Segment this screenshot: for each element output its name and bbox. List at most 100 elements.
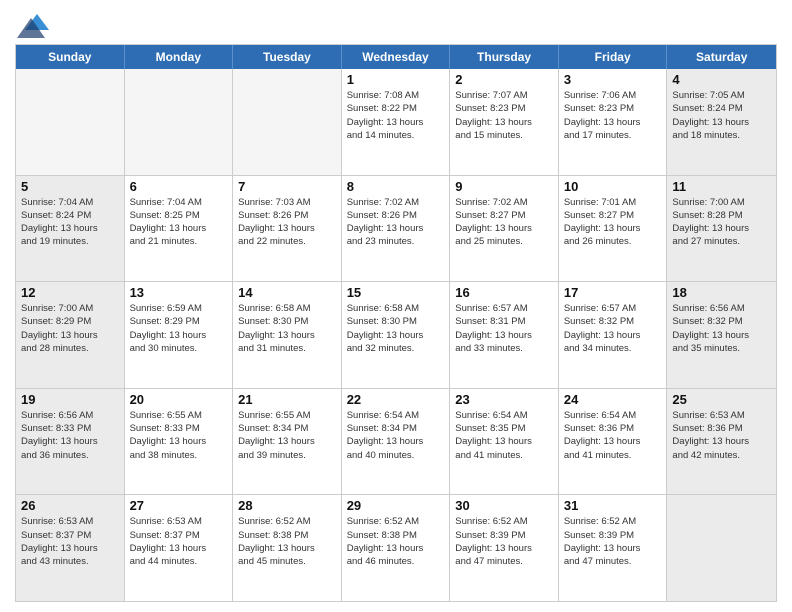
day-cell-21: 21 Sunrise: 6:55 AM Sunset: 8:34 PM Dayli…	[233, 389, 342, 495]
calendar-row-4: 19 Sunrise: 6:56 AM Sunset: 8:33 PM Dayli…	[16, 389, 776, 496]
day-number: 7	[238, 179, 336, 194]
calendar-header: SundayMondayTuesdayWednesdayThursdayFrid…	[16, 45, 776, 69]
day-info: Sunrise: 6:59 AM Sunset: 8:29 PM Dayligh…	[130, 302, 228, 355]
day-cell-9: 9 Sunrise: 7:02 AM Sunset: 8:27 PM Daylig…	[450, 176, 559, 282]
day-info: Sunrise: 7:00 AM Sunset: 8:28 PM Dayligh…	[672, 196, 771, 249]
day-info: Sunrise: 7:00 AM Sunset: 8:29 PM Dayligh…	[21, 302, 119, 355]
weekday-header-wednesday: Wednesday	[342, 45, 451, 69]
day-info: Sunrise: 6:52 AM Sunset: 8:38 PM Dayligh…	[347, 515, 445, 568]
weekday-header-friday: Friday	[559, 45, 668, 69]
day-number: 4	[672, 72, 771, 87]
day-cell-8: 8 Sunrise: 7:02 AM Sunset: 8:26 PM Daylig…	[342, 176, 451, 282]
day-number: 5	[21, 179, 119, 194]
page: SundayMondayTuesdayWednesdayThursdayFrid…	[0, 0, 792, 612]
day-cell-6: 6Sunrise: 7:04 AM Sunset: 8:25 PM Daylig…	[125, 176, 234, 282]
day-number: 9	[455, 179, 553, 194]
day-info: Sunrise: 7:04 AM Sunset: 8:24 PM Dayligh…	[21, 196, 119, 249]
weekday-header-saturday: Saturday	[667, 45, 776, 69]
logo	[15, 10, 49, 38]
day-number: 29	[347, 498, 445, 513]
day-cell-empty-0-0	[16, 69, 125, 175]
day-info: Sunrise: 6:55 AM Sunset: 8:34 PM Dayligh…	[238, 409, 336, 462]
day-number: 21	[238, 392, 336, 407]
day-info: Sunrise: 6:57 AM Sunset: 8:31 PM Dayligh…	[455, 302, 553, 355]
day-number: 8	[347, 179, 445, 194]
day-info: Sunrise: 6:55 AM Sunset: 8:33 PM Dayligh…	[130, 409, 228, 462]
weekday-header-thursday: Thursday	[450, 45, 559, 69]
day-number: 1	[347, 72, 445, 87]
day-info: Sunrise: 6:57 AM Sunset: 8:32 PM Dayligh…	[564, 302, 662, 355]
day-cell-5: 5 Sunrise: 7:04 AM Sunset: 8:24 PM Daylig…	[16, 176, 125, 282]
header	[15, 10, 777, 38]
day-info: Sunrise: 6:56 AM Sunset: 8:32 PM Dayligh…	[672, 302, 771, 355]
day-number: 22	[347, 392, 445, 407]
day-number: 3	[564, 72, 662, 87]
day-cell-24: 24 Sunrise: 6:54 AM Sunset: 8:36 PM Dayli…	[559, 389, 668, 495]
logo-icon	[17, 10, 49, 38]
day-info: Sunrise: 6:54 AM Sunset: 8:36 PM Dayligh…	[564, 409, 662, 462]
day-number: 10	[564, 179, 662, 194]
day-info: Sunrise: 6:56 AM Sunset: 8:33 PM Dayligh…	[21, 409, 119, 462]
day-cell-15: 15 Sunrise: 6:58 AM Sunset: 8:30 PM Dayli…	[342, 282, 451, 388]
weekday-header-sunday: Sunday	[16, 45, 125, 69]
day-cell-17: 17 Sunrise: 6:57 AM Sunset: 8:32 PM Dayli…	[559, 282, 668, 388]
day-cell-25: 25 Sunrise: 6:53 AM Sunset: 8:36 PM Dayli…	[667, 389, 776, 495]
day-number: 14	[238, 285, 336, 300]
day-number: 15	[347, 285, 445, 300]
day-cell-27: 27 Sunrise: 6:53 AM Sunset: 8:37 PM Dayli…	[125, 495, 234, 601]
day-number: 25	[672, 392, 771, 407]
day-info: Sunrise: 6:52 AM Sunset: 8:39 PM Dayligh…	[455, 515, 553, 568]
day-info: Sunrise: 7:03 AM Sunset: 8:26 PM Dayligh…	[238, 196, 336, 249]
day-number: 24	[564, 392, 662, 407]
day-cell-2: 2Sunrise: 7:07 AM Sunset: 8:23 PM Daylig…	[450, 69, 559, 175]
day-info: Sunrise: 6:53 AM Sunset: 8:36 PM Dayligh…	[672, 409, 771, 462]
calendar-row-3: 12 Sunrise: 7:00 AM Sunset: 8:29 PM Dayli…	[16, 282, 776, 389]
calendar-body: 1Sunrise: 7:08 AM Sunset: 8:22 PM Daylig…	[16, 69, 776, 601]
day-cell-23: 23 Sunrise: 6:54 AM Sunset: 8:35 PM Dayli…	[450, 389, 559, 495]
day-cell-22: 22Sunrise: 6:54 AM Sunset: 8:34 PM Dayli…	[342, 389, 451, 495]
day-cell-20: 20 Sunrise: 6:55 AM Sunset: 8:33 PM Dayli…	[125, 389, 234, 495]
weekday-header-monday: Monday	[125, 45, 234, 69]
day-number: 26	[21, 498, 119, 513]
day-cell-3: 3 Sunrise: 7:06 AM Sunset: 8:23 PM Daylig…	[559, 69, 668, 175]
day-cell-7: 7 Sunrise: 7:03 AM Sunset: 8:26 PM Daylig…	[233, 176, 342, 282]
day-cell-30: 30Sunrise: 6:52 AM Sunset: 8:39 PM Dayli…	[450, 495, 559, 601]
day-cell-28: 28Sunrise: 6:52 AM Sunset: 8:38 PM Dayli…	[233, 495, 342, 601]
day-info: Sunrise: 6:58 AM Sunset: 8:30 PM Dayligh…	[238, 302, 336, 355]
day-number: 28	[238, 498, 336, 513]
day-number: 19	[21, 392, 119, 407]
calendar: SundayMondayTuesdayWednesdayThursdayFrid…	[15, 44, 777, 602]
weekday-header-tuesday: Tuesday	[233, 45, 342, 69]
day-info: Sunrise: 6:58 AM Sunset: 8:30 PM Dayligh…	[347, 302, 445, 355]
day-info: Sunrise: 6:52 AM Sunset: 8:39 PM Dayligh…	[564, 515, 662, 568]
day-number: 6	[130, 179, 228, 194]
day-number: 2	[455, 72, 553, 87]
day-cell-empty-4-6	[667, 495, 776, 601]
day-info: Sunrise: 7:02 AM Sunset: 8:27 PM Dayligh…	[455, 196, 553, 249]
day-cell-19: 19 Sunrise: 6:56 AM Sunset: 8:33 PM Dayli…	[16, 389, 125, 495]
day-info: Sunrise: 7:01 AM Sunset: 8:27 PM Dayligh…	[564, 196, 662, 249]
day-cell-12: 12 Sunrise: 7:00 AM Sunset: 8:29 PM Dayli…	[16, 282, 125, 388]
day-number: 31	[564, 498, 662, 513]
day-number: 23	[455, 392, 553, 407]
day-cell-29: 29 Sunrise: 6:52 AM Sunset: 8:38 PM Dayli…	[342, 495, 451, 601]
day-info: Sunrise: 6:53 AM Sunset: 8:37 PM Dayligh…	[21, 515, 119, 568]
day-cell-18: 18Sunrise: 6:56 AM Sunset: 8:32 PM Dayli…	[667, 282, 776, 388]
day-cell-16: 16Sunrise: 6:57 AM Sunset: 8:31 PM Dayli…	[450, 282, 559, 388]
day-number: 27	[130, 498, 228, 513]
day-cell-26: 26 Sunrise: 6:53 AM Sunset: 8:37 PM Dayli…	[16, 495, 125, 601]
day-info: Sunrise: 7:02 AM Sunset: 8:26 PM Dayligh…	[347, 196, 445, 249]
day-cell-4: 4Sunrise: 7:05 AM Sunset: 8:24 PM Daylig…	[667, 69, 776, 175]
day-number: 20	[130, 392, 228, 407]
day-cell-31: 31 Sunrise: 6:52 AM Sunset: 8:39 PM Dayli…	[559, 495, 668, 601]
day-cell-empty-0-1	[125, 69, 234, 175]
day-cell-11: 11Sunrise: 7:00 AM Sunset: 8:28 PM Dayli…	[667, 176, 776, 282]
day-number: 12	[21, 285, 119, 300]
day-cell-13: 13 Sunrise: 6:59 AM Sunset: 8:29 PM Dayli…	[125, 282, 234, 388]
day-number: 17	[564, 285, 662, 300]
day-number: 13	[130, 285, 228, 300]
day-info: Sunrise: 6:54 AM Sunset: 8:35 PM Dayligh…	[455, 409, 553, 462]
day-info: Sunrise: 7:06 AM Sunset: 8:23 PM Dayligh…	[564, 89, 662, 142]
day-info: Sunrise: 6:53 AM Sunset: 8:37 PM Dayligh…	[130, 515, 228, 568]
day-cell-10: 10 Sunrise: 7:01 AM Sunset: 8:27 PM Dayli…	[559, 176, 668, 282]
